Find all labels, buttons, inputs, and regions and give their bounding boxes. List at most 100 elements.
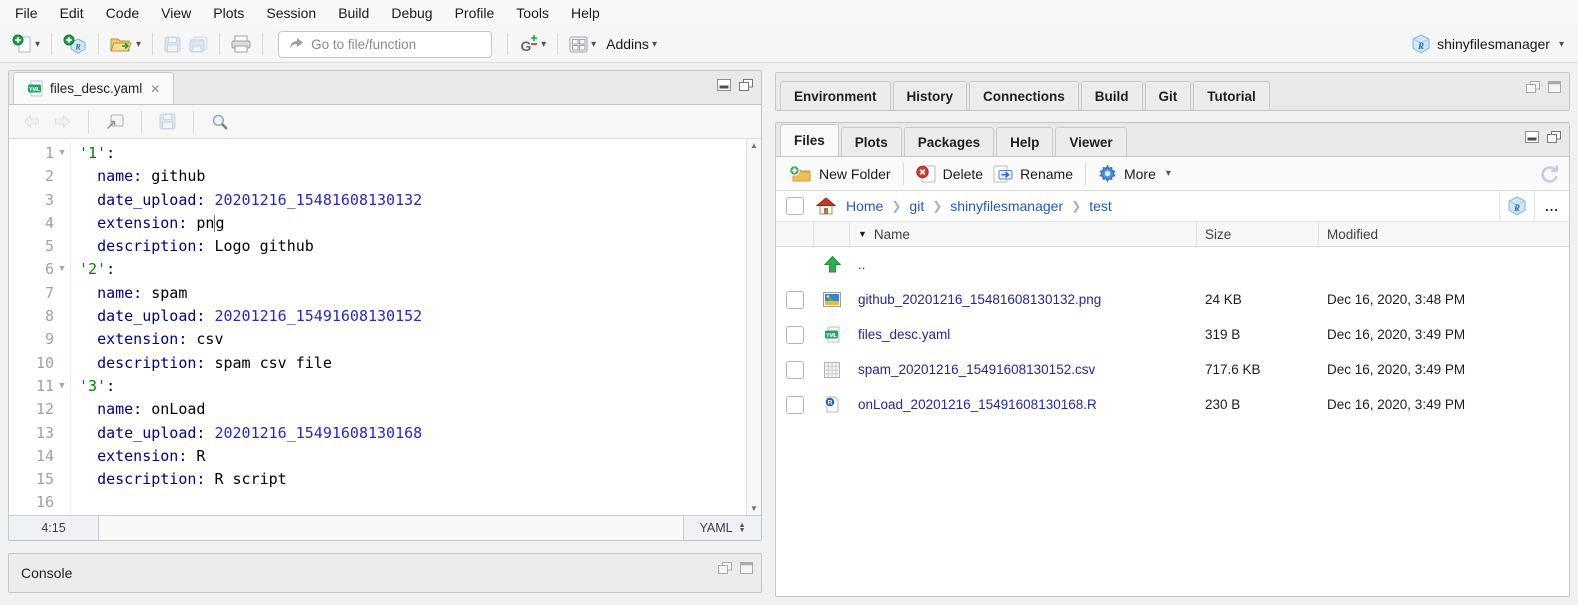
fold-arrow-icon[interactable]: ▼ (54, 375, 70, 398)
editor-body[interactable]: 1▼'1':2 name: github3 date_upload: 20201… (9, 139, 761, 515)
more-directories-button[interactable]: ... (1534, 191, 1569, 221)
delete-button[interactable]: Delete (911, 165, 988, 183)
find-replace-button[interactable] (207, 110, 233, 134)
tab-build[interactable]: Build (1081, 81, 1143, 110)
maximize-icon[interactable] (1548, 81, 1561, 93)
column-header-name[interactable]: ▼ Name (850, 222, 1197, 246)
editor-line[interactable]: 7 name: spam (9, 282, 746, 305)
panes-layout-button[interactable]: ▾ (565, 33, 600, 56)
tab-files[interactable]: Files (780, 124, 839, 156)
breadcrumb-shinyfilesmanager[interactable]: shinyfilesmanager (950, 198, 1063, 214)
cursor-position[interactable]: 4:15 (9, 516, 99, 540)
editor-line[interactable]: 8 date_upload: 20201216_15491608130152 (9, 305, 746, 328)
scroll-down-icon[interactable]: ▼ (750, 502, 758, 515)
tab-connections[interactable]: Connections (969, 81, 1079, 110)
save-all-button[interactable] (185, 33, 212, 56)
line-number-gutter[interactable]: 11▼ (9, 375, 71, 398)
code-area[interactable]: 1▼'1':2 name: github3 date_upload: 20201… (9, 142, 746, 515)
breadcrumb-test[interactable]: test (1089, 198, 1112, 214)
restore-icon[interactable] (1526, 81, 1540, 93)
fold-arrow-icon[interactable]: ▼ (54, 142, 70, 165)
menu-edit[interactable]: Edit (49, 0, 95, 26)
chevron-down-icon[interactable]: ▾ (136, 39, 141, 50)
chevron-down-icon[interactable]: ▾ (35, 39, 40, 50)
file-link[interactable]: onLoad_20201216_15491608130168.R (850, 397, 1097, 412)
git-button[interactable]: G ▾ (515, 31, 550, 57)
menu-plots[interactable]: Plots (202, 0, 255, 26)
maximize-icon[interactable] (740, 562, 753, 574)
new-project-button[interactable]: R (59, 31, 91, 57)
chevron-down-icon[interactable]: ▾ (541, 39, 546, 50)
menu-help[interactable]: Help (560, 0, 611, 26)
project-selector[interactable]: R shinyfilesmanager ▾ (1411, 34, 1570, 54)
menu-build[interactable]: Build (327, 0, 380, 26)
rename-button[interactable]: Rename (988, 165, 1078, 183)
minimize-icon[interactable] (1525, 131, 1539, 143)
column-header-modified[interactable]: Modified (1319, 222, 1569, 246)
save-button[interactable] (160, 33, 185, 56)
refresh-icon[interactable] (1538, 162, 1561, 185)
editor-line[interactable]: 10 description: spam csv file (9, 352, 746, 375)
home-icon[interactable] (816, 197, 836, 215)
file-checkbox[interactable] (786, 396, 804, 414)
goto-file-input[interactable] (311, 37, 471, 52)
menu-tools[interactable]: Tools (505, 0, 560, 26)
breadcrumb-home[interactable]: Home (846, 198, 883, 214)
restore-icon[interactable] (739, 79, 753, 91)
editor-line[interactable]: 9 extension: csv (9, 328, 746, 351)
line-number-gutter[interactable]: 6▼ (9, 258, 71, 281)
minimize-icon[interactable] (717, 79, 731, 91)
new-file-button[interactable]: ▾ (8, 31, 44, 57)
new-folder-button[interactable]: New Folder (784, 165, 896, 183)
editor-line[interactable]: 14 extension: R (9, 445, 746, 468)
restore-icon[interactable] (1547, 131, 1561, 143)
menu-file[interactable]: File (4, 0, 49, 26)
chevron-down-icon[interactable]: ▾ (591, 39, 596, 50)
breadcrumb-git[interactable]: git (909, 198, 924, 214)
file-checkbox[interactable] (786, 326, 804, 344)
close-tab-icon[interactable]: ✕ (150, 82, 160, 96)
file-checkbox[interactable] (786, 361, 804, 379)
file-link[interactable]: files_desc.yaml (850, 327, 950, 342)
tab-help[interactable]: Help (996, 127, 1053, 156)
line-number-gutter[interactable]: 1▼ (9, 142, 71, 165)
menu-profile[interactable]: Profile (444, 0, 506, 26)
fold-arrow-icon[interactable]: ▼ (54, 258, 70, 281)
editor-line[interactable]: 13 date_upload: 20201216_15491608130168 (9, 422, 746, 445)
menu-view[interactable]: View (150, 0, 202, 26)
editor-line[interactable]: 4 extension: png (9, 212, 746, 235)
tab-packages[interactable]: Packages (904, 127, 994, 156)
editor-line[interactable]: 1▼'1': (9, 142, 746, 165)
editor-line[interactable]: 2 name: github (9, 165, 746, 188)
tab-tutorial[interactable]: Tutorial (1193, 81, 1270, 110)
project-directory-button[interactable]: R (1499, 191, 1534, 221)
tab-git[interactable]: Git (1145, 81, 1192, 110)
menu-code[interactable]: Code (95, 0, 150, 26)
editor-line[interactable]: 3 date_upload: 20201216_15481608130132 (9, 189, 746, 212)
file-checkbox[interactable] (786, 291, 804, 309)
goto-file-search[interactable] (278, 31, 492, 58)
popout-button[interactable] (102, 111, 128, 133)
editor-line[interactable]: 15 description: R script (9, 468, 746, 491)
editor-line[interactable]: 12 name: onLoad (9, 398, 746, 421)
editor-line[interactable]: 6▼'2': (9, 258, 746, 281)
parent-directory-link[interactable]: .. (850, 257, 866, 272)
tab-environment[interactable]: Environment (780, 81, 891, 110)
tab-history[interactable]: History (893, 81, 968, 110)
editor-line[interactable]: 16 (9, 491, 746, 514)
back-button[interactable] (19, 111, 44, 132)
forward-button[interactable] (50, 111, 75, 132)
column-header-size[interactable]: Size (1197, 222, 1319, 246)
open-file-button[interactable]: ▾ (106, 33, 145, 56)
tab-viewer[interactable]: Viewer (1055, 127, 1126, 156)
file-link[interactable]: github_20201216_15481608130132.png (850, 292, 1101, 307)
editor-scrollbar[interactable]: ▲ ▼ (746, 139, 761, 515)
restore-icon[interactable] (718, 562, 732, 574)
print-button[interactable] (227, 32, 255, 56)
addins-button[interactable]: Addins ▾ (600, 36, 663, 52)
editor-line[interactable]: 11▼'3': (9, 375, 746, 398)
editor-line[interactable]: 5 description: Logo github (9, 235, 746, 258)
language-mode-selector[interactable]: YAML ▲▼ (683, 516, 761, 540)
save-source-button[interactable] (155, 110, 180, 133)
more-button[interactable]: More ▾ (1093, 164, 1176, 183)
